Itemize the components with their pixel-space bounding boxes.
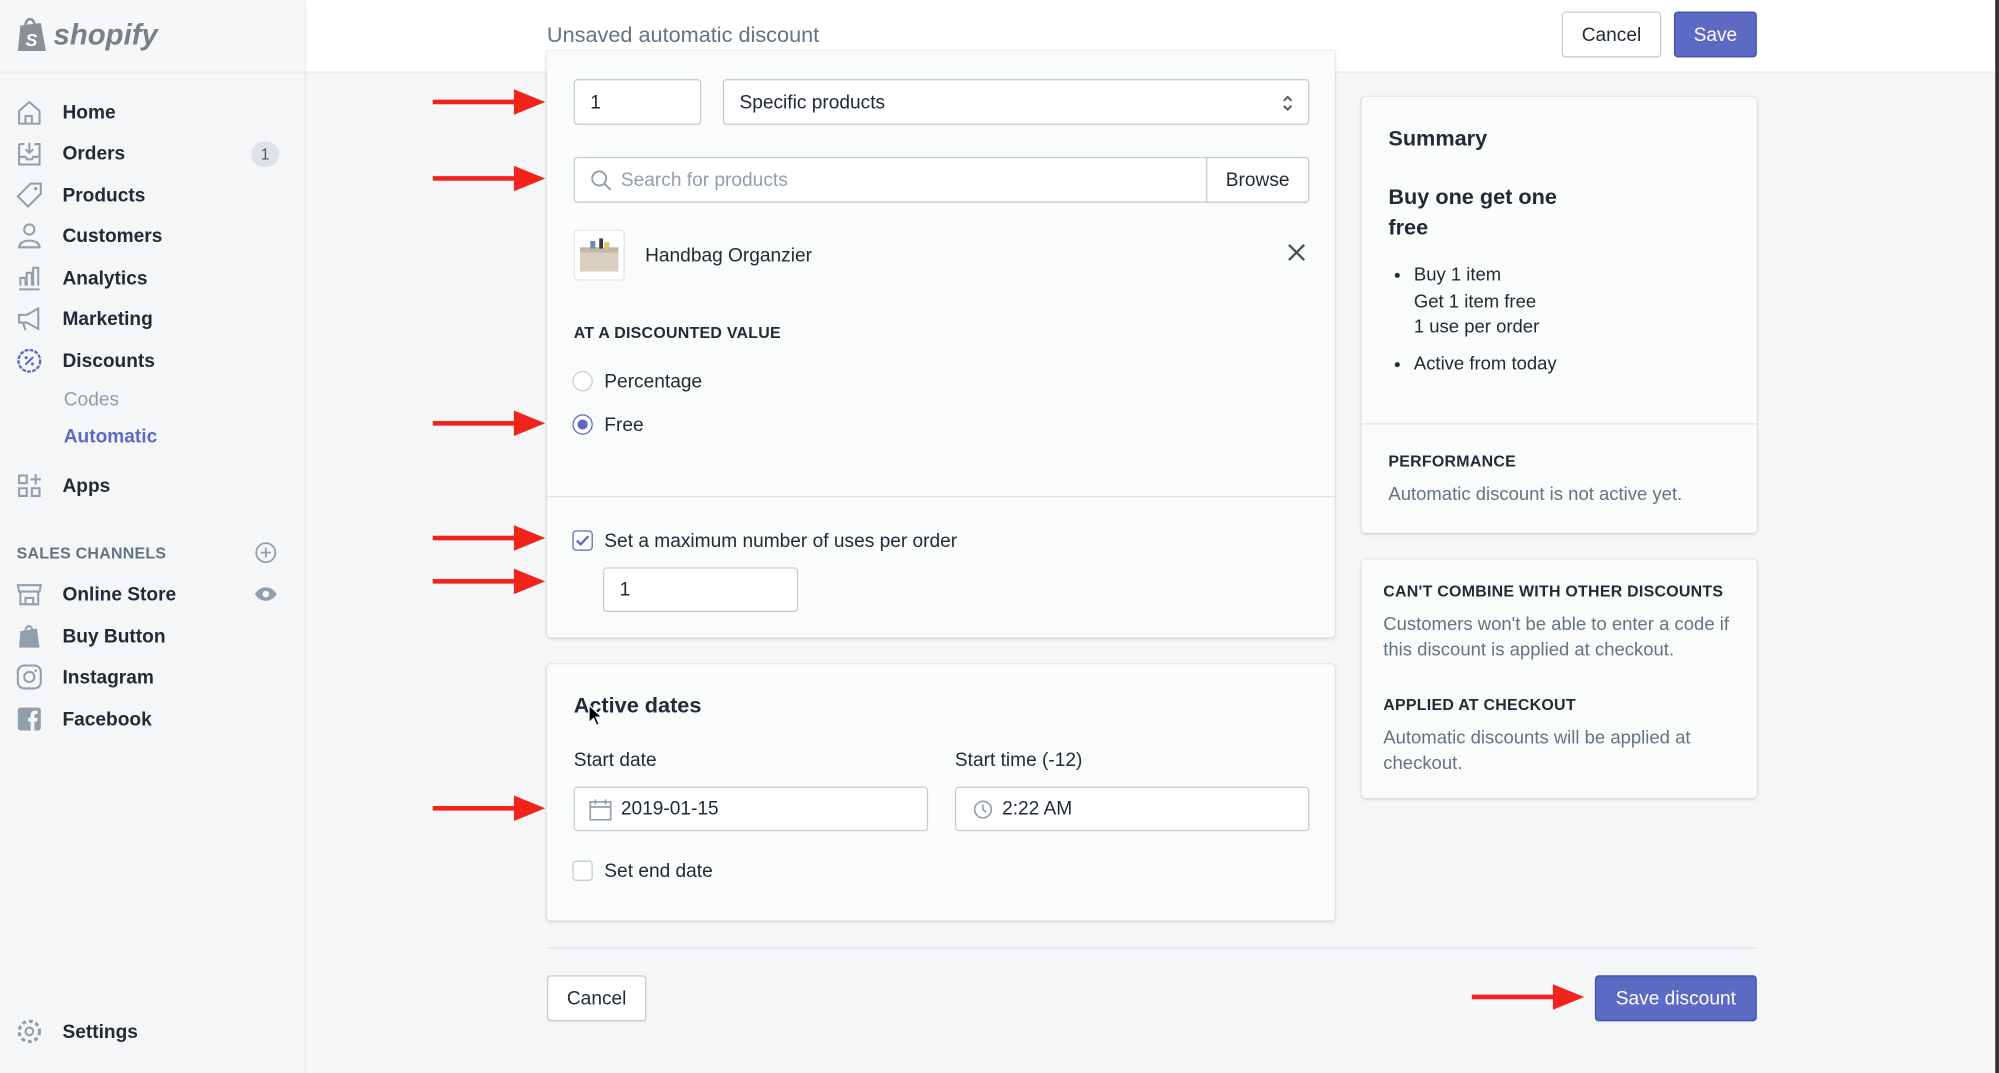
footer-divider: [546, 947, 1757, 949]
window-edge: [1995, 0, 1999, 1073]
select-arrows-icon: [1283, 95, 1293, 111]
orders-count-badge: 1: [251, 141, 280, 168]
bar-chart-icon: [19, 266, 40, 291]
max-uses-input[interactable]: 1: [603, 567, 799, 612]
store-icon: [16, 584, 43, 606]
handbag-organizer-image: [580, 238, 619, 272]
percentage-label: Percentage: [604, 370, 703, 393]
clock-icon: [973, 800, 993, 819]
annotation-arrow: [432, 568, 546, 595]
facebook-icon: [17, 707, 41, 731]
start-date-input[interactable]: 2019-01-15: [573, 786, 929, 832]
page-title: Unsaved automatic discount: [546, 22, 820, 48]
start-time-input[interactable]: 2:22 AM: [954, 786, 1310, 832]
annotation-arrow: [432, 89, 546, 115]
combine-text: Customers won't be able to enter a code …: [1383, 614, 1729, 661]
start-time-label: Start time (-12): [954, 749, 1083, 772]
selected-product-name: Handbag Organzier: [645, 244, 813, 267]
sidebar-item-products[interactable]: Products: [15, 180, 145, 211]
product-thumbnail: [573, 229, 625, 281]
product-search-input[interactable]: Search for products: [573, 156, 1208, 203]
annotation-arrow: [1471, 984, 1585, 1010]
max-uses-checkbox[interactable]: [572, 530, 593, 551]
summary-bullet: Buy 1 itemGet 1 item free1 use per order: [1414, 263, 1557, 341]
tag-icon: [16, 182, 42, 208]
cancel-button[interactable]: Cancel: [1561, 11, 1662, 58]
sales-channels-heading: SALES CHANNELS: [16, 544, 167, 563]
shopify-logo[interactable]: S shopify: [15, 15, 158, 53]
checkmark-icon: [576, 535, 590, 547]
discounted-value-heading: AT A DISCOUNTED VALUE: [573, 323, 781, 342]
browse-button[interactable]: Browse: [1206, 156, 1310, 203]
calendar-icon: [589, 799, 612, 821]
annotation-arrow: [432, 525, 546, 551]
apps-icon: [18, 474, 41, 497]
summary-bullet: Active from today: [1414, 351, 1557, 377]
summary-details: Buy 1 itemGet 1 item free1 use per order…: [1414, 263, 1557, 378]
set-end-date-label: Set end date: [604, 860, 713, 883]
sidebar-item-apps[interactable]: Apps: [15, 470, 110, 501]
sidebar-item-discounts[interactable]: Discounts: [15, 345, 155, 376]
sidebar-item-instagram[interactable]: Instagram: [15, 662, 154, 693]
discount-icon: [17, 348, 42, 373]
save-button[interactable]: Save: [1673, 11, 1757, 58]
add-channel-icon[interactable]: [255, 542, 277, 564]
sidebar-subitem-codes[interactable]: Codes: [64, 389, 119, 411]
svg-text:S: S: [25, 30, 37, 50]
sidebar-item-analytics[interactable]: Analytics: [15, 263, 148, 294]
instagram-icon: [16, 664, 42, 690]
search-icon: [591, 170, 612, 191]
gear-icon: [17, 1019, 42, 1044]
summary-title: Summary: [1388, 126, 1488, 151]
performance-heading: PERFORMANCE: [1388, 452, 1517, 471]
combine-heading: CAN'T COMBINE WITH OTHER DISCOUNTS: [1383, 582, 1724, 601]
home-icon: [18, 100, 41, 125]
eye-icon[interactable]: [254, 585, 278, 603]
checkout-heading: APPLIED AT CHECKOUT: [1383, 696, 1576, 714]
sidebar-subitem-automatic[interactable]: Automatic: [64, 426, 158, 448]
sidebar-item-customers[interactable]: Customers: [15, 221, 162, 252]
set-end-date-checkbox[interactable]: [572, 860, 593, 881]
sidebar-item-buy-button[interactable]: Buy Button: [15, 621, 166, 652]
brand-name: shopify: [53, 17, 158, 51]
shopify-bag-icon: S: [17, 17, 46, 51]
sidebar-item-orders[interactable]: Orders: [15, 138, 125, 169]
divider: [1361, 423, 1757, 425]
person-icon: [18, 223, 41, 249]
checkout-text: Automatic discounts will be applied at c…: [1383, 727, 1691, 774]
max-uses-label: Set a maximum number of uses per order: [604, 530, 958, 553]
orders-icon: [18, 142, 41, 166]
divider: [546, 495, 1335, 498]
save-discount-button[interactable]: Save discount: [1594, 975, 1757, 1022]
sidebar-item-marketing[interactable]: Marketing: [15, 303, 153, 334]
footer-cancel-button[interactable]: Cancel: [546, 975, 647, 1022]
applies-to-select[interactable]: Specific products: [722, 79, 1310, 125]
summary-discount-name: Buy one get one free: [1388, 184, 1557, 240]
sidebar-item-facebook[interactable]: Facebook: [15, 704, 152, 735]
start-date-label: Start date: [573, 749, 657, 772]
sidebar: S shopify Home Orders 1 Products Custome…: [0, 0, 306, 1073]
megaphone-icon: [18, 306, 40, 331]
shopify-bag-icon: [19, 625, 40, 648]
performance-text: Automatic discount is not active yet.: [1388, 484, 1683, 505]
free-radio[interactable]: [572, 414, 593, 435]
annotation-arrow: [432, 410, 546, 437]
percentage-radio[interactable]: [572, 370, 593, 392]
mouse-cursor-icon: [588, 703, 604, 727]
annotation-arrow: [432, 165, 546, 192]
annotation-arrow: [432, 795, 546, 822]
sidebar-item-home[interactable]: Home: [15, 97, 116, 128]
remove-product-icon[interactable]: [1288, 243, 1306, 262]
sidebar-item-online-store[interactable]: Online Store: [15, 579, 176, 610]
free-label: Free: [604, 414, 644, 437]
quantity-input[interactable]: 1: [573, 79, 702, 125]
sidebar-item-settings[interactable]: Settings: [15, 1016, 138, 1047]
